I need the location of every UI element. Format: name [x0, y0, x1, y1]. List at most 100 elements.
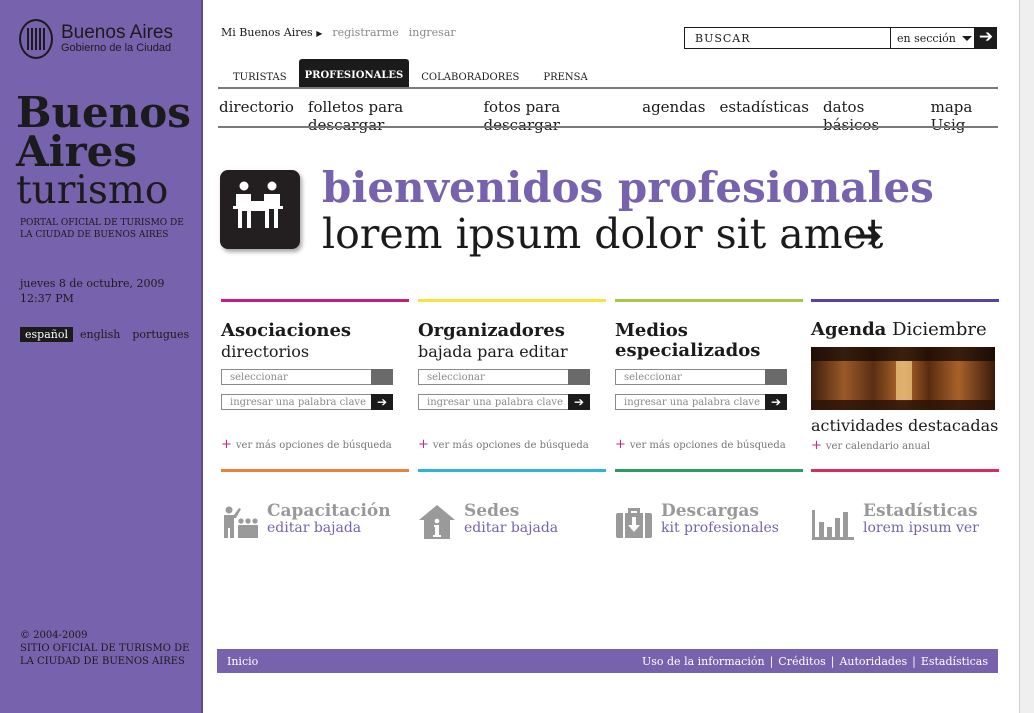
footer-link-creditos[interactable]: Créditos: [778, 655, 825, 668]
footer-link-estadisticas[interactable]: Estadísticas: [921, 655, 988, 668]
time-text: 12:37 PM: [20, 292, 74, 305]
select-toggle[interactable]: [568, 369, 590, 385]
category-select-label: seleccionar: [230, 372, 288, 383]
footer-link-autoridades[interactable]: Autoridades: [839, 655, 907, 668]
keyword-placeholder: ingresar una palabra clave: [624, 397, 760, 408]
select-toggle[interactable]: [765, 369, 787, 385]
login-link[interactable]: ingresar: [409, 26, 456, 39]
subnav-mapa-usig[interactable]: mapa Usig: [931, 98, 1005, 134]
footer-separator: |: [912, 654, 916, 668]
search-scope-label: en sección: [897, 31, 956, 45]
audience-tabs: TURISTAS PROFESIONALES COLABORADORES PRE…: [221, 58, 600, 89]
plus-icon: +: [221, 437, 232, 452]
feature-subtitle: lorem ipsum ver: [863, 520, 979, 536]
agenda-label: Agenda: [811, 319, 887, 340]
feature-color-bar: [615, 469, 803, 472]
feature-sedes[interactable]: Sedes editar bajada: [418, 469, 606, 540]
more-options-label: ver más opciones de búsqueda: [432, 440, 589, 451]
search-bar: en sección ➔: [684, 27, 997, 49]
column-color-bar: [811, 299, 999, 302]
subnav-datos-basicos[interactable]: datos básicos: [823, 98, 917, 134]
bar-chart-icon: [812, 510, 854, 540]
agenda-photo[interactable]: [811, 347, 995, 410]
search-input[interactable]: [684, 27, 891, 49]
more-options-link[interactable]: + ver más opciones de búsqueda: [418, 438, 606, 453]
arrow-right-icon[interactable]: ➔: [568, 394, 590, 410]
featured-activities-link[interactable]: actividades destacadas: [811, 416, 999, 436]
category-select[interactable]: seleccionar: [615, 369, 787, 385]
footer-separator: |: [830, 654, 835, 668]
copyright: © 2004-2009 SITIO OFICIAL DE TURISMO DE …: [20, 629, 195, 668]
hero-title: bienvenidos profesionales: [322, 163, 934, 212]
column-organizadores: Organizadores bajada para editar selecci…: [418, 299, 606, 453]
professionals-meeting-icon: [220, 170, 300, 249]
feature-color-bar: [418, 469, 606, 472]
section-subnav: directorio folletos para descargar fotos…: [219, 98, 1019, 134]
footer-home-link[interactable]: Inicio: [227, 655, 637, 668]
footer-link-uso[interactable]: Uso de la información: [642, 655, 765, 668]
category-select[interactable]: seleccionar: [418, 369, 590, 385]
portal-tagline: PORTAL OFICIAL DE TURISMO DE LA CIUDAD D…: [20, 218, 184, 240]
download-briefcase-icon: [616, 508, 652, 538]
subnav-estadisticas[interactable]: estadísticas: [719, 98, 809, 134]
arrow-right-icon[interactable]: ➔: [371, 394, 393, 410]
feature-estadisticas[interactable]: Estadísticas lorem ipsum ver: [811, 469, 999, 540]
keyword-input[interactable]: ingresar una palabra clave ➔: [615, 394, 787, 410]
chevron-down-icon: [961, 35, 972, 41]
register-link[interactable]: registrarme: [332, 26, 398, 39]
lang-espanol[interactable]: español: [20, 327, 73, 342]
annual-calendar-link[interactable]: + ver calendario anual: [811, 438, 999, 453]
category-select[interactable]: seleccionar: [221, 369, 393, 385]
category-select-label: seleccionar: [427, 372, 485, 383]
logo-subtitle: Gobierno de la Ciudad: [61, 42, 172, 54]
subnav-directorio[interactable]: directorio: [219, 98, 294, 134]
mi-buenos-aires-link[interactable]: Mi Buenos Aires ▶: [221, 26, 322, 39]
more-options-label: ver más opciones de búsqueda: [235, 440, 392, 451]
logo-name: Buenos Aires: [61, 22, 173, 43]
brand-wordmark[interactable]: Buenos Aires turismo: [16, 92, 191, 213]
subnav-folletos[interactable]: folletos para descargar: [308, 98, 470, 134]
window-edge: [1019, 0, 1034, 713]
more-options-link[interactable]: + ver más opciones de búsqueda: [221, 438, 409, 453]
footer-bar: Inicio Uso de la información | Créditos …: [217, 649, 998, 673]
copyright-years: © 2004-2009: [20, 630, 88, 641]
language-switcher: español english portugues: [20, 327, 196, 342]
training-icon: [224, 506, 258, 538]
category-select-label: seleccionar: [624, 372, 682, 383]
column-title: Organizadores: [418, 320, 565, 341]
main-content: Mi Buenos Aires ▶ registrarme ingresar e…: [203, 0, 1019, 713]
subnav-agendas[interactable]: agendas: [642, 98, 705, 134]
select-toggle[interactable]: [371, 369, 393, 385]
feature-subtitle: editar bajada: [267, 520, 362, 536]
hero-arrow-icon[interactable]: ➔: [854, 214, 883, 258]
arrow-right-icon[interactable]: ➔: [765, 394, 787, 410]
feature-capacitacion[interactable]: Capacitación editar bajada: [221, 469, 409, 540]
keyword-input[interactable]: ingresar una palabra clave ➔: [418, 394, 590, 410]
tab-prensa[interactable]: PRENSA: [531, 67, 599, 89]
feature-color-bar: [221, 469, 409, 472]
plus-icon: +: [615, 437, 626, 452]
column-medios: Medios especializados seleccionar ingres…: [615, 299, 803, 453]
tab-profesionales[interactable]: PROFESIONALES: [298, 59, 410, 89]
subnav-fotos[interactable]: fotos para descargar: [483, 98, 628, 134]
lang-english[interactable]: english: [75, 327, 125, 342]
search-submit-button[interactable]: ➔: [975, 27, 997, 49]
column-title: Asociaciones: [221, 320, 352, 341]
subnav-divider: [218, 126, 998, 128]
brand-line-3: turismo: [16, 168, 169, 213]
column-subtitle: bajada para editar: [418, 342, 568, 361]
more-options-link[interactable]: + ver más opciones de búsqueda: [615, 438, 803, 453]
city-seal-icon: [19, 19, 53, 59]
info-house-icon: [419, 505, 455, 539]
column-asociaciones: Asociaciones directorios seleccionar ing…: [221, 299, 409, 453]
lang-portugues[interactable]: portugues: [127, 327, 194, 342]
column-subtitle: directorios: [221, 342, 310, 361]
city-logo[interactable]: Buenos Aires Gobierno de la Ciudad: [19, 19, 173, 59]
plus-icon: +: [418, 437, 429, 452]
search-scope-select[interactable]: en sección: [891, 27, 975, 49]
tab-turistas[interactable]: TURISTAS: [221, 67, 299, 89]
feature-descargas[interactable]: Descargas kit profesionales: [615, 469, 803, 540]
brand-line-2: Aires: [16, 127, 138, 176]
tab-colaboradores[interactable]: COLABORADORES: [409, 67, 531, 89]
keyword-input[interactable]: ingresar una palabra clave ➔: [221, 394, 393, 410]
